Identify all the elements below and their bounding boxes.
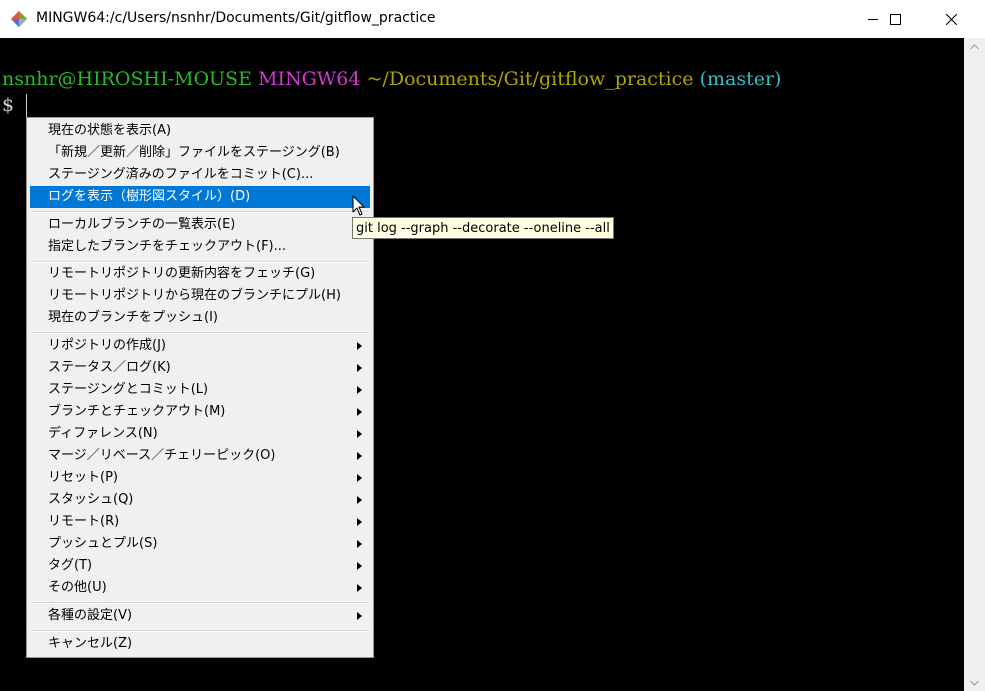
prompt-user-host: nsnhr@HIROSHI-MOUSE: [2, 68, 252, 90]
menu-separator: [31, 211, 369, 213]
menu-item-commit-staged[interactable]: ステージング済みのファイルをコミット(C)...: [30, 164, 370, 186]
vertical-scrollbar[interactable]: [964, 38, 985, 691]
submenu-arrow-icon: [357, 584, 362, 592]
maximize-button[interactable]: [873, 0, 918, 38]
prompt-line: nsnhr@HIROSHI-MOUSE MINGW64 ~/Documents/…: [2, 67, 781, 91]
submenu-arrow-icon: [357, 408, 362, 416]
menu-item-settings[interactable]: 各種の設定(V): [30, 605, 370, 627]
menu-item-difference[interactable]: ディファレンス(N): [30, 423, 370, 445]
submenu-arrow-icon: [357, 496, 362, 504]
menu-item-push-pull[interactable]: プッシュとプル(S): [30, 533, 370, 555]
submenu-arrow-icon: [357, 562, 362, 570]
submenu-arrow-icon: [357, 386, 362, 394]
close-button[interactable]: [929, 0, 974, 38]
close-icon: [946, 13, 957, 25]
menu-item-create-repo[interactable]: リポジトリの作成(J): [30, 335, 370, 357]
menu-item-cancel[interactable]: キャンセル(Z): [30, 633, 370, 655]
title-bar[interactable]: MINGW64:/c/Users/nsnhr/Documents/Git/git…: [0, 0, 985, 38]
window-title: MINGW64:/c/Users/nsnhr/Documents/Git/git…: [36, 10, 436, 26]
chevron-down-icon: [970, 680, 979, 686]
menu-item-push-current[interactable]: 現在のブランチをプッシュ(I): [30, 307, 370, 329]
submenu-arrow-icon: [357, 452, 362, 460]
submenu-arrow-icon: [357, 430, 362, 438]
menu-item-status-log[interactable]: ステータス／ログ(K): [30, 357, 370, 379]
menu-item-remote[interactable]: リモート(R): [30, 511, 370, 533]
scroll-down-button[interactable]: [964, 674, 985, 691]
prompt-symbol: $: [2, 94, 15, 116]
submenu-arrow-icon: [357, 612, 362, 620]
menu-item-merge-rebase[interactable]: マージ／リベース／チェリーピック(O): [30, 445, 370, 467]
submenu-arrow-icon: [357, 540, 362, 548]
maximize-icon: [890, 13, 901, 25]
submenu-arrow-icon: [357, 364, 362, 372]
submenu-arrow-icon: [357, 342, 362, 350]
menu-item-branch-checkout[interactable]: ブランチとチェックアウト(M): [30, 401, 370, 423]
mouse-pointer-icon: [352, 195, 365, 216]
menu-item-stage-files[interactable]: 「新規／更新／削除」ファイルをステージング(B): [30, 142, 370, 164]
menu-separator: [31, 630, 369, 632]
menu-item-reset[interactable]: リセット(P): [30, 467, 370, 489]
context-menu: 現在の状態を表示(A) 「新規／更新／削除」ファイルをステージング(B) ステー…: [26, 117, 374, 658]
chevron-up-icon: [970, 43, 979, 49]
menu-separator: [31, 602, 369, 604]
menu-item-pull-current[interactable]: リモートリポジトリから現在のブランチにプル(H): [30, 285, 370, 307]
menu-item-staging-commit[interactable]: ステージングとコミット(L): [30, 379, 370, 401]
prompt-branch: (master): [699, 68, 782, 90]
prompt-path: ~/Documents/Git/gitflow_practice: [366, 68, 694, 90]
menu-item-show-status[interactable]: 現在の状態を表示(A): [30, 120, 370, 142]
menu-item-tag[interactable]: タグ(T): [30, 555, 370, 577]
submenu-arrow-icon: [357, 518, 362, 526]
scroll-up-button[interactable]: [964, 38, 985, 55]
menu-item-show-log-graph[interactable]: ログを表示（樹形図スタイル）(D): [30, 186, 370, 208]
git-bash-icon: [11, 11, 27, 27]
menu-separator: [31, 332, 369, 334]
menu-tooltip: git log --graph --decorate --oneline --a…: [352, 217, 614, 239]
menu-item-list-local-branches[interactable]: ローカルブランチの一覧表示(E): [30, 214, 370, 236]
menu-item-stash[interactable]: スタッシュ(Q): [30, 489, 370, 511]
prompt-system: MINGW64: [258, 68, 361, 90]
submenu-arrow-icon: [357, 474, 362, 482]
text-cursor: [26, 94, 27, 118]
menu-item-other[interactable]: その他(U): [30, 577, 370, 599]
menu-item-fetch-remote[interactable]: リモートリポジトリの更新内容をフェッチ(G): [30, 263, 370, 285]
menu-item-checkout-branch[interactable]: 指定したブランチをチェックアウト(F)...: [30, 236, 370, 258]
